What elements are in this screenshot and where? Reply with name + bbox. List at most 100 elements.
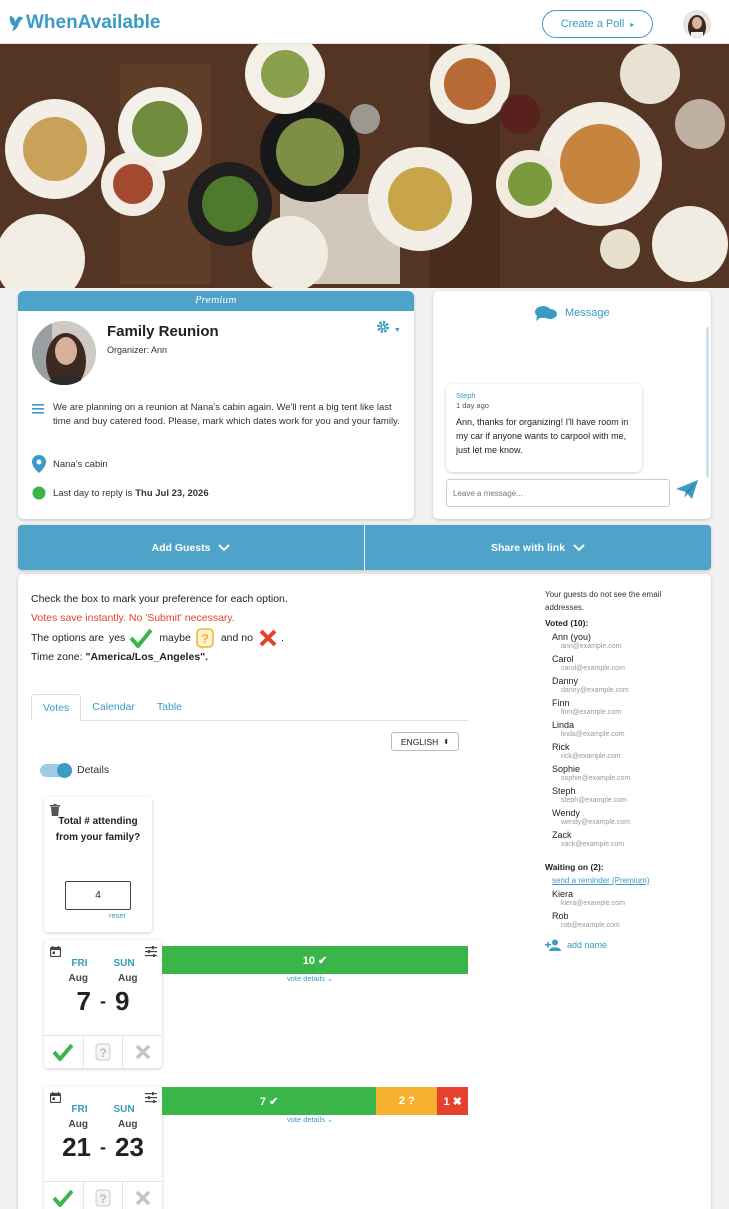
date-numbers: 7-9 [44, 986, 162, 1017]
vote-yes-button[interactable] [44, 1182, 84, 1209]
end-weekday: SUN [113, 958, 135, 969]
end-date: 9 [115, 986, 130, 1016]
guest-action-bar: Add Guests Share with link [18, 525, 711, 570]
vote-tally-bar: 7 ✔ 2 ? 1 ✖ [162, 1087, 468, 1115]
yes-check-icon [130, 628, 153, 648]
message-scrollbar[interactable] [706, 327, 709, 477]
end-month: Aug [118, 1119, 138, 1130]
vote-details-link[interactable]: vote details ⌄ [287, 974, 333, 983]
event-title: Family Reunion [107, 323, 219, 340]
tab-votes[interactable]: Votes [31, 694, 82, 721]
share-link-button[interactable]: Share with link [365, 525, 711, 570]
menu-lines-icon [32, 404, 44, 414]
chevron-down-icon [573, 543, 585, 551]
add-name-button[interactable]: add name [545, 939, 695, 951]
hero-image [0, 44, 729, 288]
app-logo[interactable]: WhenAvailable [8, 12, 160, 34]
date-dash: - [100, 1137, 106, 1157]
calendar-icon[interactable] [50, 1092, 61, 1103]
guest-email: wendy@example.com [561, 819, 630, 826]
message-sender[interactable]: Steph [456, 391, 632, 400]
organizer-avatar [32, 321, 96, 385]
send-message-button[interactable] [675, 479, 699, 506]
map-pin-icon [32, 455, 46, 473]
svg-text:?: ? [99, 1046, 106, 1060]
privacy-note: Your guests do not see the email address… [545, 590, 662, 612]
premium-banner[interactable]: Premium [18, 291, 414, 311]
question-icon: ? [95, 1189, 111, 1207]
message-card: Message Steph 1 day ago Ann, thanks for … [433, 291, 711, 519]
bird-logo-icon [9, 16, 23, 31]
guest-email: kiera@example.com [561, 900, 625, 907]
details-toggle[interactable] [40, 763, 72, 778]
date-months: Aug Aug [44, 1119, 162, 1130]
vote-no-button[interactable] [123, 1036, 162, 1068]
sliders-icon[interactable] [145, 946, 157, 957]
tab-calendar[interactable]: Calendar [81, 694, 146, 721]
guest-name: Sophie [552, 764, 581, 774]
guest-name: Wendy [552, 808, 580, 818]
maybe-votes-segment: 2 ? [376, 1087, 438, 1115]
start-month: Aug [68, 1119, 88, 1130]
calendar-icon[interactable] [50, 946, 61, 957]
legend-maybe-label: maybe [159, 631, 191, 644]
guest-email: steph@example.com [561, 797, 627, 804]
guest-name: Linda [552, 720, 575, 730]
vote-details-link[interactable]: vote details ⌄ [287, 1115, 333, 1124]
guest-name: Rob [552, 911, 569, 921]
guest-name: Steph [552, 786, 576, 796]
svg-text:?: ? [201, 631, 209, 646]
voted-list: Ann (you) ann@example.com Carol carol@examp… [545, 632, 695, 848]
date-numbers: 21-23 [44, 1132, 162, 1163]
chevron-down-icon [218, 543, 231, 551]
message-bubble: Steph 1 day ago Ann, thanks for organizi… [446, 384, 642, 472]
attendance-count-input[interactable]: 4 [65, 881, 131, 910]
language-value: ENGLISH [400, 736, 439, 747]
send-paper-plane-icon [676, 480, 698, 499]
autosave-note: Votes save instantly. No 'Submit' necess… [31, 612, 235, 624]
guest-email: linda@example.com [561, 731, 625, 738]
timezone-line: Time zone: "America/Los_Angeles". [31, 648, 289, 667]
waiting-list: Kiera kiera@example.com Rob rob@example.com [545, 889, 695, 929]
vote-maybe-button[interactable]: ? [84, 1036, 124, 1068]
sliders-icon[interactable] [145, 1092, 157, 1103]
deadline-label: Last day to reply is [53, 487, 133, 499]
guest-email: finn@example.com [561, 709, 622, 716]
attendance-card: Total # attending from your family? 4 re… [44, 797, 152, 932]
user-avatar[interactable] [683, 10, 711, 38]
check-icon [53, 1043, 74, 1061]
send-reminder-link[interactable]: send a reminder (Premium) [552, 876, 695, 885]
message-text: Ann, thanks for organizing! I'll have ro… [456, 417, 629, 455]
language-select[interactable]: ENGLISH ⬍ [391, 732, 459, 751]
status-dot-icon [32, 486, 46, 500]
app-name: WhenAvailable [26, 12, 161, 33]
view-tabs: Votes Calendar Table [31, 694, 468, 721]
instruction-line: Check the box to mark your preference fo… [31, 593, 288, 605]
yes-votes-segment: 10 ✔ [162, 946, 468, 974]
vote-maybe-button[interactable]: ? [84, 1182, 124, 1209]
start-weekday: FRI [71, 958, 88, 969]
deadline-value: Thu Jul 23, 2026 [135, 487, 209, 499]
instructions: Check the box to mark your preference fo… [31, 590, 289, 667]
guest-email: carol@example.com [561, 665, 625, 672]
caret-right-icon: ▸ [630, 19, 635, 29]
vote-yes-button[interactable] [44, 1036, 84, 1068]
vote-no-button[interactable] [123, 1182, 162, 1209]
create-poll-button[interactable]: Create a Poll ▸ [542, 10, 653, 38]
add-person-icon [545, 939, 561, 951]
message-input[interactable] [446, 479, 670, 507]
reset-link[interactable]: reset [109, 911, 126, 920]
event-description: We are planning on a reunion at Nana's c… [32, 401, 402, 429]
guest-email: sophie@example.com [561, 775, 631, 782]
settings-gear-icon[interactable]: ▼ [376, 320, 401, 337]
guest-name: Carol [552, 654, 574, 664]
start-date: 21 [62, 1132, 91, 1162]
question-icon: ? [95, 1043, 111, 1061]
guest-name: Rick [552, 742, 570, 752]
create-poll-label: Create a Poll [560, 18, 625, 30]
tab-table[interactable]: Table [146, 694, 193, 721]
add-guests-button[interactable]: Add Guests [18, 525, 364, 570]
end-date: 23 [115, 1132, 144, 1162]
guest-list-panel: Your guests do not see the email address… [545, 588, 695, 951]
timezone-label: Time zone: [31, 651, 83, 663]
